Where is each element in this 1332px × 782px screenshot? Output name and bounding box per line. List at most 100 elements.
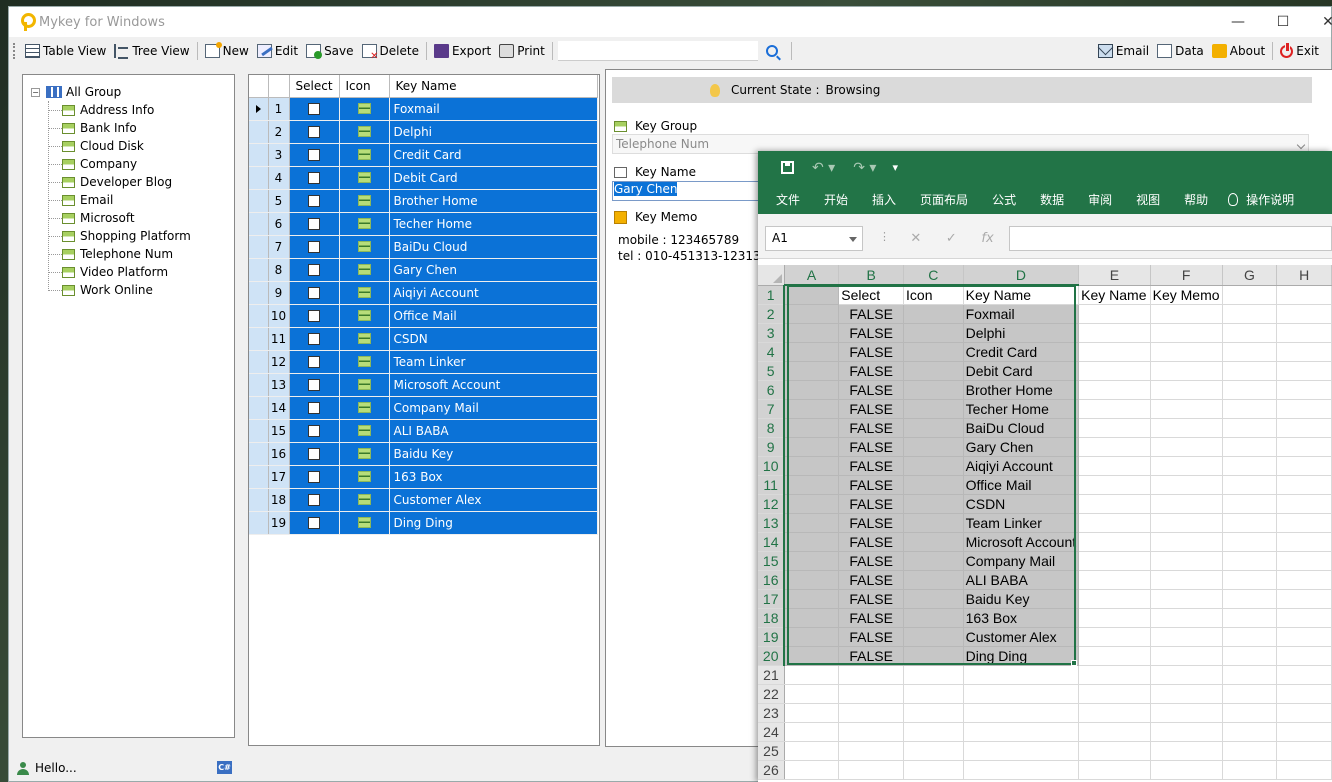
row-header[interactable] (249, 143, 269, 167)
select-checkbox[interactable] (308, 332, 320, 345)
sheet-cell[interactable] (1276, 513, 1332, 533)
tab-data[interactable]: 数据 (1028, 191, 1076, 208)
column-header[interactable]: B (838, 265, 905, 286)
sheet-cell[interactable] (1078, 627, 1151, 647)
row-header[interactable]: 3 (758, 323, 786, 343)
table-row[interactable]: 12 Team Linker (249, 350, 598, 374)
select-cell[interactable] (289, 350, 340, 374)
key-name-cell[interactable]: 163 Box (389, 465, 598, 489)
sheet-cell[interactable] (784, 551, 840, 571)
table-row[interactable]: 19 Ding Ding (249, 511, 598, 535)
select-checkbox[interactable] (308, 194, 320, 207)
select-checkbox[interactable] (308, 286, 320, 299)
key-name-cell[interactable]: Debit Card (389, 166, 598, 190)
worksheet-grid[interactable]: A B C D E F G H 1 Select Icon Key Name Key N… (758, 265, 1332, 782)
row-header[interactable]: 12 (758, 494, 786, 514)
row-header[interactable]: 6 (758, 380, 786, 400)
sheet-cell[interactable] (838, 665, 905, 685)
sheet-cell[interactable]: Key Memo (1150, 285, 1223, 305)
sheet-cell[interactable]: FALSE (838, 399, 905, 419)
key-name-cell[interactable]: BaiDu Cloud (389, 235, 598, 259)
formula-bar-grip[interactable]: ⋮ (879, 230, 890, 243)
row-header[interactable]: 7 (758, 399, 786, 419)
sheet-cell[interactable] (838, 684, 905, 704)
sheet-cell[interactable] (1222, 475, 1278, 495)
sheet-cell[interactable]: FALSE (838, 627, 905, 647)
sheet-cell[interactable] (1222, 627, 1278, 647)
sheet-cell[interactable] (963, 722, 1080, 742)
select-checkbox[interactable] (308, 125, 320, 138)
sheet-cell[interactable] (903, 361, 964, 381)
sheet-cell[interactable] (1078, 741, 1151, 761)
tab-file[interactable]: 文件 (758, 191, 812, 208)
sheet-cell[interactable]: CSDN (963, 494, 1080, 514)
sheet-cell[interactable] (1222, 741, 1278, 761)
select-checkbox[interactable] (308, 148, 320, 161)
select-cell[interactable] (289, 511, 340, 535)
sheet-cell[interactable] (784, 475, 840, 495)
sheet-cell[interactable] (838, 760, 905, 780)
sheet-cell[interactable] (1222, 608, 1278, 628)
table-row[interactable]: 5 Brother Home (249, 189, 598, 213)
tree-view-button[interactable]: Tree View (110, 40, 193, 62)
sheet-cell[interactable] (1222, 380, 1278, 400)
sheet-cell[interactable]: Baidu Key (963, 589, 1080, 609)
toolbar-grip[interactable] (13, 43, 15, 59)
select-checkbox[interactable] (308, 263, 320, 276)
select-checkbox[interactable] (308, 401, 320, 414)
sheet-cell[interactable]: Delphi (963, 323, 1080, 343)
select-cell[interactable] (289, 373, 340, 397)
sheet-cell[interactable] (1222, 532, 1278, 552)
select-checkbox[interactable] (308, 171, 320, 184)
sheet-cell[interactable] (903, 589, 964, 609)
select-cell[interactable] (289, 97, 340, 121)
tab-help[interactable]: 帮助 (1172, 191, 1220, 208)
sheet-cell[interactable] (1150, 323, 1223, 343)
select-cell[interactable] (289, 120, 340, 144)
column-header[interactable]: E (1078, 265, 1151, 286)
sheet-cell[interactable] (1150, 703, 1223, 723)
row-header[interactable] (249, 488, 269, 512)
sheet-cell[interactable] (903, 323, 964, 343)
sheet-cell[interactable] (1078, 304, 1151, 324)
sheet-cell[interactable] (903, 304, 964, 324)
sheet-cell[interactable] (1276, 399, 1332, 419)
sheet-cell[interactable] (1276, 665, 1332, 685)
row-header[interactable]: 20 (758, 646, 786, 666)
sheet-cell[interactable] (1150, 646, 1223, 666)
select-cell[interactable] (289, 304, 340, 328)
sheet-cell[interactable]: FALSE (838, 589, 905, 609)
sheet-cell[interactable] (903, 380, 964, 400)
sheet-cell[interactable]: Customer Alex (963, 627, 1080, 647)
sheet-cell[interactable]: Brother Home (963, 380, 1080, 400)
sheet-cell[interactable] (784, 741, 840, 761)
sheet-cell[interactable] (1222, 418, 1278, 438)
sheet-cell[interactable] (1276, 342, 1332, 362)
sheet-cell[interactable]: 163 Box (963, 608, 1080, 628)
select-cell[interactable] (289, 396, 340, 420)
sheet-cell[interactable] (1078, 646, 1151, 666)
sheet-cell[interactable] (1222, 285, 1278, 305)
sheet-cell[interactable] (1276, 570, 1332, 590)
key-name-cell[interactable]: Techer Home (389, 212, 598, 236)
column-header[interactable]: A (784, 265, 840, 286)
sheet-cell[interactable] (1276, 418, 1332, 438)
delete-button[interactable]: Delete (358, 40, 423, 62)
print-button[interactable]: Print (495, 40, 549, 62)
sheet-cell[interactable] (1150, 361, 1223, 381)
sheet-cell[interactable] (784, 399, 840, 419)
name-box[interactable]: A1 (765, 226, 863, 251)
sheet-cell[interactable] (963, 684, 1080, 704)
sheet-cell[interactable] (1222, 665, 1278, 685)
select-checkbox[interactable] (308, 378, 320, 391)
sheet-cell[interactable] (1150, 627, 1223, 647)
select-cell[interactable] (289, 419, 340, 443)
sheet-cell[interactable]: Company Mail (963, 551, 1080, 571)
undo-icon[interactable]: ↶ ▾ (812, 160, 835, 176)
key-name-cell[interactable]: Brother Home (389, 189, 598, 213)
row-header[interactable] (249, 419, 269, 443)
sheet-cell[interactable] (963, 741, 1080, 761)
row-header[interactable] (249, 373, 269, 397)
sheet-cell[interactable]: FALSE (838, 380, 905, 400)
key-name-cell[interactable]: Baidu Key (389, 442, 598, 466)
